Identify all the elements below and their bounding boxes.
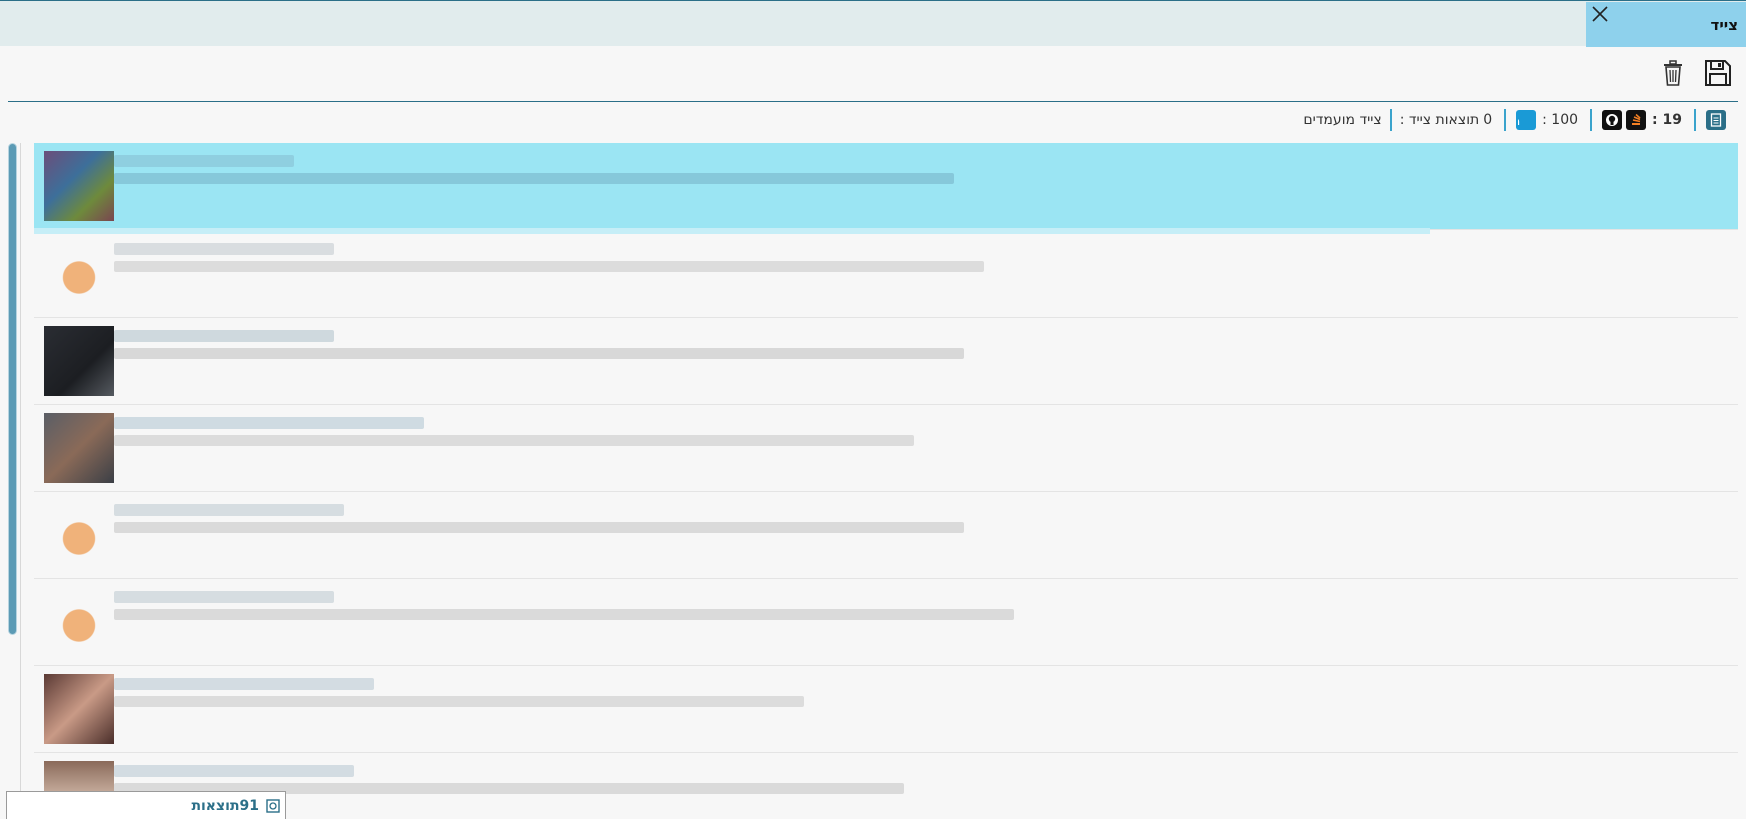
blurred-headline — [114, 348, 964, 359]
list-item[interactable] — [34, 666, 1738, 753]
linkedin-icon: in — [1516, 110, 1537, 130]
list-item[interactable] — [34, 579, 1738, 666]
toolbar — [0, 46, 1746, 102]
status-results: תוצאות צייד : 0 — [1392, 109, 1507, 131]
combined-count: : 19 — [1652, 112, 1682, 128]
list-item[interactable] — [34, 753, 1738, 819]
blurred-name — [114, 591, 334, 603]
candidate-list — [34, 143, 1738, 819]
status-candidates: צייד מועמדים — [1295, 109, 1392, 131]
svg-text:in: in — [1518, 115, 1520, 128]
floppy-disk-icon[interactable] — [1703, 58, 1733, 88]
list-item[interactable] — [34, 143, 1738, 234]
blurred-name — [114, 243, 334, 255]
blurred-headline — [114, 435, 914, 446]
linkedin-count: : 100 — [1542, 112, 1579, 128]
scroll-track — [20, 143, 21, 819]
blurred-headline — [114, 696, 804, 707]
blurred-headline — [114, 261, 984, 272]
status-linkedin[interactable]: in : 100 — [1506, 109, 1593, 131]
list-item[interactable] — [34, 405, 1738, 492]
tab-title: צייד — [1710, 16, 1738, 34]
avatar — [44, 151, 114, 221]
list-item[interactable] — [34, 231, 1738, 318]
close-icon[interactable] — [1590, 4, 1610, 24]
results-label: תוצאות צייד : — [1399, 112, 1480, 128]
blurred-name — [114, 155, 294, 167]
stackoverflow-icon — [1626, 110, 1647, 130]
status-github-stackoverflow[interactable]: : 19 — [1592, 109, 1696, 131]
blurred-name — [114, 330, 334, 342]
blurred-name — [114, 765, 354, 777]
status-document[interactable] — [1696, 109, 1736, 131]
blurred-headline — [114, 609, 1014, 620]
results-count-label: 91תוצאות — [191, 798, 259, 814]
avatar — [44, 326, 114, 396]
avatar — [44, 674, 114, 744]
avatar — [44, 413, 114, 483]
candidates-label: צייד מועמדים — [1303, 112, 1382, 128]
trash-icon[interactable] — [1658, 58, 1688, 88]
blurred-name — [114, 504, 344, 516]
github-icon — [1602, 110, 1623, 130]
tab-hunter[interactable]: צייד — [1586, 2, 1746, 47]
document-icon — [1706, 110, 1726, 130]
copy-icon — [266, 799, 280, 813]
results-value: 0 — [1483, 112, 1493, 128]
blurred-name — [114, 417, 424, 429]
list-scrollbar[interactable] — [8, 143, 17, 635]
status-bar: צייד מועמדים תוצאות צייד : 0 in : 100 : … — [1295, 108, 1736, 132]
list-item[interactable] — [34, 492, 1738, 579]
blurred-name — [114, 678, 374, 690]
list-item[interactable] — [34, 318, 1738, 405]
avatar-placeholder — [44, 587, 114, 657]
blurred-headline — [114, 522, 964, 533]
avatar-placeholder — [44, 500, 114, 570]
top-tab-bar: צייד — [0, 0, 1746, 47]
results-count-box[interactable]: 91תוצאות — [6, 791, 286, 819]
blurred-headline — [114, 173, 954, 184]
toolbar-divider — [8, 101, 1738, 102]
avatar-placeholder — [44, 239, 114, 309]
